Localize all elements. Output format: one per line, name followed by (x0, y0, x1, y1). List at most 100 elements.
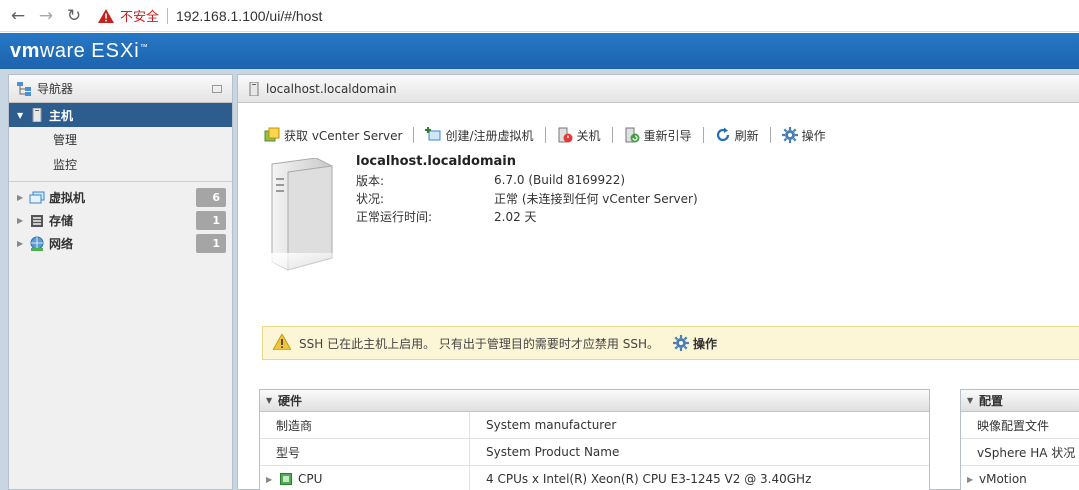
toolbar-separator (413, 127, 415, 143)
app-header: vmware ESXi™ (0, 33, 1079, 69)
info-row-state: 状况: 正常 (未连接到任何 vCenter Server) (356, 189, 698, 207)
navigator-panel: 导航器 ▼ 主机 管理 监控 ▶ 虚拟机 6 ▶ 存储 1 ▶ 网络 1 (8, 74, 233, 490)
hardware-title: 硬件 (278, 394, 303, 408)
actions-button[interactable]: 操作 (781, 127, 826, 144)
ssh-warning-message: SSH 已在此主机上启用。 只有出于管理目的需要时才应禁用 SSH。 (299, 336, 659, 351)
count-badge: 6 (196, 188, 226, 207)
caret-down-icon[interactable]: ▼ (17, 111, 29, 120)
refresh-button[interactable]: 刷新 (715, 127, 759, 144)
url-text[interactable]: 192.168.1.100/ui/#/host (176, 8, 322, 24)
host-name: localhost.localdomain (356, 154, 516, 169)
caret-right-icon[interactable]: ▶ (967, 475, 979, 484)
sidebar-item-vms[interactable]: ▶ 虚拟机 6 (9, 186, 232, 209)
get-vcenter-label: 获取 vCenter Server (284, 128, 403, 143)
collapse-icon[interactable] (212, 84, 222, 93)
main-panel-header: localhost.localdomain (238, 75, 1079, 103)
row-key: vMotion (979, 472, 1027, 486)
logo-ware: ware (39, 39, 86, 62)
ssh-actions-button[interactable]: 操作 (672, 335, 717, 352)
get-vcenter-button[interactable]: 获取 vCenter Server (264, 127, 402, 144)
info-key: 正常运行时间: (356, 209, 433, 224)
logo-tm: ™ (139, 41, 149, 51)
sidebar-item-label: 存储 (49, 214, 74, 228)
back-icon[interactable]: ← (8, 6, 28, 26)
row-key: 型号 (260, 439, 470, 465)
url-separator (167, 7, 169, 24)
count-badge: 1 (196, 211, 226, 230)
info-value: 2.02 天 (494, 209, 537, 224)
row-value: System manufacturer (486, 418, 617, 432)
create-vm-icon (425, 127, 441, 143)
hardware-panel-header[interactable]: ▼ 硬件 (260, 390, 929, 412)
configuration-title: 配置 (979, 394, 1004, 408)
info-row-version: 版本: 6.7.0 (Build 8169922) (356, 171, 698, 189)
sidebar-item-manage[interactable]: 管理 (9, 127, 232, 152)
configuration-panel-header[interactable]: ▼ 配置 (961, 390, 1079, 412)
warning-icon (272, 332, 292, 353)
caret-right-icon[interactable]: ▶ (17, 193, 29, 202)
sidebar-item-label: 虚拟机 (49, 191, 86, 205)
row-value: System Product Name (486, 445, 620, 459)
reboot-label: 重新引导 (643, 128, 692, 143)
navigator-icon (17, 81, 33, 96)
toolbar-separator (544, 127, 546, 143)
logo-product: ESXi (91, 39, 140, 62)
reboot-button[interactable]: 重新引导 (624, 127, 692, 144)
info-key: 版本: (356, 173, 385, 188)
row-key: CPU (298, 472, 323, 486)
caret-right-icon[interactable]: ▶ (266, 475, 278, 484)
table-row-vmotion[interactable]: ▶ vMotion (961, 466, 1079, 490)
actions-label: 操作 (801, 128, 826, 143)
sidebar-item-host-label: 主机 (49, 108, 74, 123)
table-row: vSphere HA 状况 (961, 439, 1079, 466)
configuration-panel: ▼ 配置 映像配置文件 vSphere HA 状况 ▶ vMotion (960, 389, 1079, 490)
insecure-label: 不安全 (120, 10, 160, 25)
warning-icon (98, 8, 114, 23)
row-key: 映像配置文件 (977, 418, 1050, 433)
caret-down-icon[interactable]: ▼ (266, 396, 278, 405)
vm-icon (29, 191, 45, 205)
caret-right-icon[interactable]: ▶ (17, 239, 29, 248)
table-row-cpu[interactable]: ▶ CPU 4 CPUs x Intel(R) Xeon(R) CPU E3-1… (260, 466, 929, 490)
browser-toolbar: ← → ↻ 不安全 192.168.1.100/ui/#/host (0, 0, 1079, 32)
info-value: 6.7.0 (Build 8169922) (494, 173, 626, 187)
caret-down-icon[interactable]: ▼ (967, 396, 979, 405)
row-key-cpu: ▶ CPU (260, 466, 470, 490)
hardware-panel: ▼ 硬件 制造商 System manufacturer 型号 System P… (259, 389, 930, 490)
navigator-title: 导航器 (37, 82, 74, 96)
create-register-vm-button[interactable]: 创建/注册虚拟机 (425, 127, 534, 144)
host-icon (29, 108, 45, 122)
info-value: 正常 (未连接到任何 vCenter Server) (494, 191, 698, 206)
address-bar[interactable]: 不安全 192.168.1.100/ui/#/host (98, 3, 322, 29)
row-key: 制造商 (260, 412, 470, 438)
sidebar-item-monitor[interactable]: 监控 (9, 152, 232, 177)
server-image (264, 157, 334, 273)
table-row: 映像配置文件 (961, 412, 1079, 439)
storage-icon (29, 214, 45, 228)
shutdown-icon (557, 127, 573, 143)
sidebar-item-host[interactable]: ▼ 主机 (9, 103, 232, 127)
toolbar-separator (611, 127, 613, 143)
logo-vm: vm (10, 39, 40, 62)
gear-icon (781, 127, 798, 143)
count-badge: 1 (196, 234, 226, 253)
table-row: 制造商 System manufacturer (260, 412, 929, 439)
shutdown-label: 关机 (576, 128, 601, 143)
sidebar-item-storage[interactable]: ▶ 存储 1 (9, 209, 232, 232)
navigator-header: 导航器 (9, 75, 232, 103)
ssh-actions-label: 操作 (692, 336, 717, 351)
sidebar-item-network[interactable]: ▶ 网络 1 (9, 232, 232, 255)
refresh-icon (715, 127, 731, 143)
main-panel: localhost.localdomain 获取 vCenter Server … (237, 74, 1079, 490)
host-icon (246, 81, 262, 96)
caret-right-icon[interactable]: ▶ (17, 216, 29, 225)
create-vm-label: 创建/注册虚拟机 (445, 128, 534, 143)
sidebar-item-label: 网络 (49, 237, 74, 251)
ssh-warning-banner: SSH 已在此主机上启用。 只有出于管理目的需要时才应禁用 SSH。 操作 (262, 326, 1079, 360)
row-key-vmotion: ▶ vMotion (961, 472, 1027, 486)
network-icon (29, 236, 45, 251)
shutdown-button[interactable]: 关机 (557, 127, 601, 144)
forward-icon[interactable]: → (36, 6, 56, 26)
reload-icon[interactable]: ↻ (64, 6, 84, 26)
gear-icon (672, 335, 689, 351)
